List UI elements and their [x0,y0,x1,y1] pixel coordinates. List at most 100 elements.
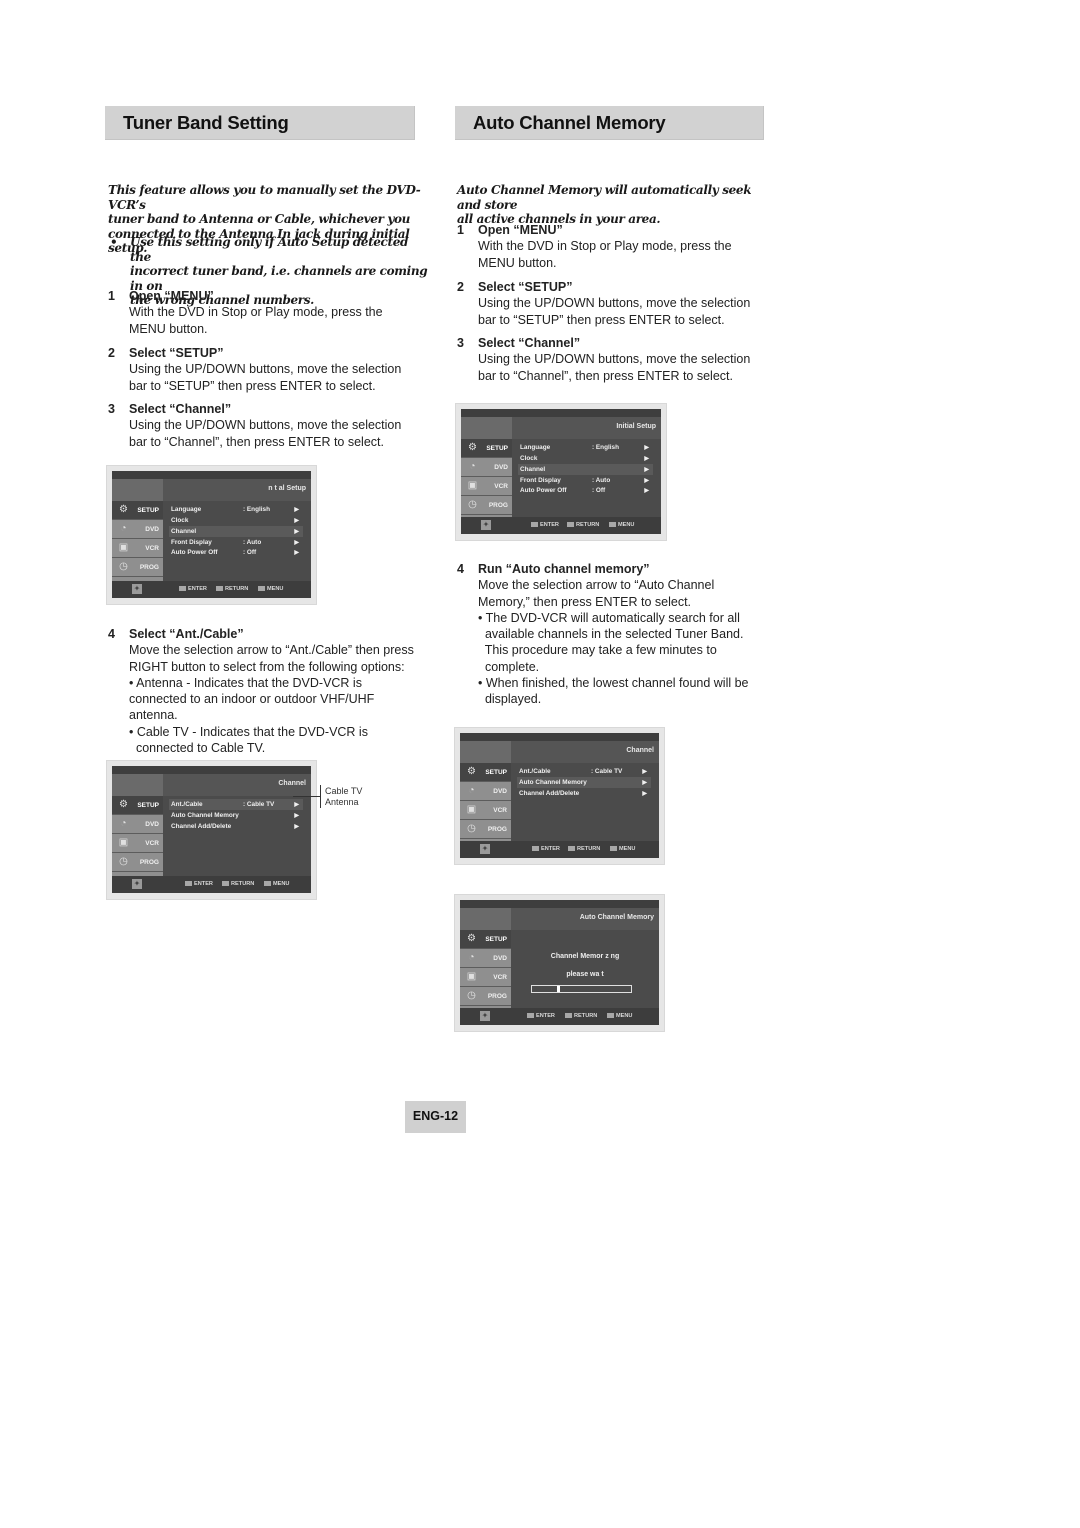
intro-line: Auto Channel Memory will automatically s… [457,183,752,212]
tv-tab-vcr[interactable]: ▣ VCR [461,477,512,496]
enter-icon [185,881,192,887]
tv-screen: Initial Setup ⚙SETUP ◔DVD ▣VCR ◷PROG ▦FU… [461,409,661,534]
tv-tab-vcr[interactable]: ▣ VCR [112,539,163,558]
tab-label: SETUP [485,936,507,943]
tv-tab-setup[interactable]: ⚙ SETUP [112,796,163,815]
menu-row-clock[interactable]: Clock ▶ [518,453,653,464]
step-body: With the DVD in Stop or Play mode, press… [478,238,778,271]
arrow-right-icon: ▶ [294,801,299,808]
step-line: RIGHT button to select from the followin… [129,659,405,674]
callout-option: Antenna [325,797,359,807]
step-line: Move the selection arrow to “Auto Channe… [478,578,715,593]
menu-icon [607,1013,614,1019]
tv-tab-prog[interactable]: ◷ PROG [112,853,163,872]
row-key: Ant./Cable [171,800,203,808]
row-value: : Auto [592,476,611,484]
tv-tab-prog[interactable]: ◷ PROG [461,496,512,515]
menu-row-channel-add-delete[interactable]: Channel Add/Delete ▶ [169,821,303,832]
tab-label: DVD [145,821,159,828]
step-number: 2 [457,280,464,294]
tv-tab-vcr[interactable]: ▣ VCR [460,968,511,987]
menu-row-auto-power-off[interactable]: Auto Power Off: Off ▶ [518,485,653,496]
menu-row-clock[interactable]: Clock ▶ [169,515,303,526]
hint-label: MENU [619,846,636,852]
menu-row-auto-channel-memory[interactable]: Auto Channel Memory ▶ [517,777,651,788]
menu-row-front-display[interactable]: Front Display: Auto ▶ [169,537,303,548]
step-number: 3 [457,336,464,350]
menu-row-auto-channel-memory[interactable]: Auto Channel Memory ▶ [169,810,303,821]
step-body: Using the UP/DOWN buttons, move the sele… [478,295,778,328]
tv-tab-prog[interactable]: ◷ PROG [112,558,163,577]
hint-enter: ENTER [532,846,560,852]
tv-tab-setup[interactable]: ⚙ SETUP [461,439,512,458]
arrow-right-icon: ▶ [294,539,299,546]
row-value: : Off [592,486,606,494]
step-body: Using the UP/DOWN buttons, move the sele… [478,351,778,384]
tv-tab-dvd[interactable]: ◔ DVD [460,782,511,801]
hint-return: RETURN [568,846,600,852]
row-key: Auto Power Off [171,548,218,556]
tv-content: Channel Memor z ng please wa t [511,930,659,1008]
menu-row-auto-power-off[interactable]: Auto Power Off: Off ▶ [169,547,303,558]
nav-pad-icon: ✦ [132,879,142,889]
enter-icon [532,846,539,852]
row-key: Auto Channel Memory [171,811,239,819]
vcr-icon: ▣ [467,480,478,491]
menu-row-language[interactable]: Language: English ▶ [518,442,653,453]
tv-screenshot-channel: Channel ⚙SETUP ◔DVD ▣VCR ◷PROG ▦FUNC Ant… [106,760,317,900]
step-number: 1 [457,223,464,237]
menu-row-ant-cable[interactable]: Ant./Cable: Cable TV ▶ [169,799,303,810]
clock-icon: ◷ [467,823,476,834]
menu-row-channel[interactable]: Channel ▶ [518,464,653,475]
tv-tab-prog[interactable]: ◷ PROG [460,987,511,1006]
intro-line: This feature allows you to manually set … [108,183,421,212]
step-line: bar to “SETUP” then press ENTER to selec… [478,312,725,327]
tv-menu-title: Auto Channel Memory [579,914,654,921]
callout-options: Cable TV Antenna [325,786,362,808]
tv-tab-dvd[interactable]: ◔ DVD [460,949,511,968]
hint-enter: ENTER [527,1013,555,1019]
step-line: bar to “SETUP” then press ENTER to selec… [129,378,376,393]
callout-bracket [320,785,321,808]
menu-row-channel[interactable]: Channel ▶ [169,526,303,537]
step-body: Move the selection arrow to “Ant./Cable”… [129,642,439,756]
tv-tab-vcr[interactable]: ▣ VCR [460,801,511,820]
tv-tab-setup[interactable]: ⚙ SETUP [460,930,511,949]
tab-label: PROG [139,564,159,571]
clock-icon: ◷ [119,561,128,572]
menu-row-front-display[interactable]: Front Display: Auto ▶ [518,475,653,486]
step-line: • When finished, the lowest channel foun… [478,676,749,691]
tv-bottombar: ✦ ENTER RETURN MENU [460,1008,659,1025]
tv-tab-vcr[interactable]: ▣ VCR [112,834,163,853]
menu-row-ant-cable[interactable]: Ant./Cable: Cable TV ▶ [517,766,651,777]
clock-icon: ◷ [467,990,476,1001]
menu-row-language[interactable]: Language: English ▶ [169,504,303,515]
hint-label: RETURN [576,522,600,528]
step-line: displayed. [478,692,542,707]
tv-tab-prog[interactable]: ◷ PROG [460,820,511,839]
tv-tab-dvd[interactable]: ◔ DVD [112,520,163,539]
tab-label: DVD [493,955,507,962]
menu-row-channel-add-delete[interactable]: Channel Add/Delete ▶ [517,788,651,799]
page-number-badge: ENG-12 [405,1101,466,1133]
tv-tab-dvd[interactable]: ◔ DVD [112,815,163,834]
row-value: : Off [243,548,257,556]
note-line: Use this setting only if Auto Setup dete… [130,235,409,264]
tv-titlebar: Auto Channel Memory [460,908,659,930]
tv-tab-setup[interactable]: ⚙ SETUP [112,501,163,520]
hint-label: MENU [616,1013,633,1019]
tv-screenshot-channel: Channel ⚙SETUP ◔DVD ▣VCR ◷PROG ▦FUNC Ant… [454,727,665,865]
clock-icon: ◷ [119,856,128,867]
note-bullet: • Use this setting only if Auto Setup de… [110,235,430,307]
tv-screen: Channel ⚙SETUP ◔DVD ▣VCR ◷PROG ▦FUNC Ant… [112,766,311,893]
tv-tab-setup[interactable]: ⚙ SETUP [460,763,511,782]
tv-tab-dvd[interactable]: ◔ DVD [461,458,512,477]
dvd-icon: ◔ [120,523,127,534]
hint-return: RETURN [567,522,599,528]
hint-label: ENTER [188,586,207,592]
tab-label: SETUP [485,769,507,776]
tv-titlebar: Channel [112,774,311,796]
memorizing-message: Channel Memor z ng [550,953,620,960]
tv-topbar [112,766,311,774]
tv-menu-title: Channel [278,780,306,787]
